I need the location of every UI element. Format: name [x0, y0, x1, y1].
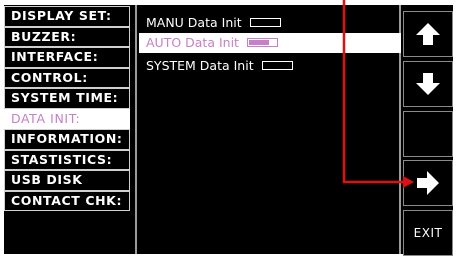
option-label: AUTO Data Init: [146, 35, 239, 50]
arrow-right-icon: [417, 171, 439, 195]
settings-menu: DISPLAY SET: BUZZER: INTERFACE: CONTROL:…: [4, 6, 130, 211]
down-button[interactable]: [403, 61, 453, 107]
menu-item-control[interactable]: CONTROL:: [4, 67, 130, 88]
menu-item-interface[interactable]: INTERFACE:: [4, 47, 130, 68]
up-button[interactable]: [403, 11, 453, 57]
option-checkbox[interactable]: [261, 61, 293, 70]
device-screen: DISPLAY SET: BUZZER: INTERFACE: CONTROL:…: [0, 0, 457, 258]
menu-item-statistics[interactable]: STASTISTICS:: [4, 149, 130, 170]
blank-softkey[interactable]: [403, 111, 453, 157]
softkey-column: EXIT: [401, 5, 453, 256]
menu-item-contact-chk[interactable]: CONTACT CHK:: [4, 190, 130, 211]
option-label: SYSTEM Data Init: [146, 58, 254, 73]
menu-item-system-time[interactable]: SYSTEM TIME:: [4, 88, 130, 109]
option-manu-data-init[interactable]: MANU Data Init: [139, 13, 401, 33]
menu-item-buzzer[interactable]: BUZZER:: [4, 26, 130, 47]
exit-label: EXIT: [413, 226, 443, 240]
exit-button[interactable]: EXIT: [403, 210, 453, 256]
option-system-data-init[interactable]: SYSTEM Data Init: [139, 56, 401, 76]
menu-item-usb-disk[interactable]: USB DISK: [4, 170, 130, 191]
enter-right-button[interactable]: [403, 160, 453, 206]
arrow-up-icon: [416, 23, 440, 45]
arrow-down-icon: [416, 73, 440, 95]
menu-item-data-init[interactable]: DATA INIT:: [4, 108, 130, 129]
menu-item-display-set[interactable]: DISPLAY SET:: [4, 6, 130, 27]
menu-item-information[interactable]: INFORMATION:: [4, 129, 130, 150]
checkbox-fill: [248, 40, 269, 45]
option-checkbox[interactable]: [249, 18, 281, 27]
option-checkbox[interactable]: [246, 38, 278, 47]
option-label: MANU Data Init: [146, 15, 242, 30]
data-init-options: MANU Data Init AUTO Data Init SYSTEM Dat…: [135, 5, 401, 254]
option-auto-data-init[interactable]: AUTO Data Init: [139, 33, 401, 53]
